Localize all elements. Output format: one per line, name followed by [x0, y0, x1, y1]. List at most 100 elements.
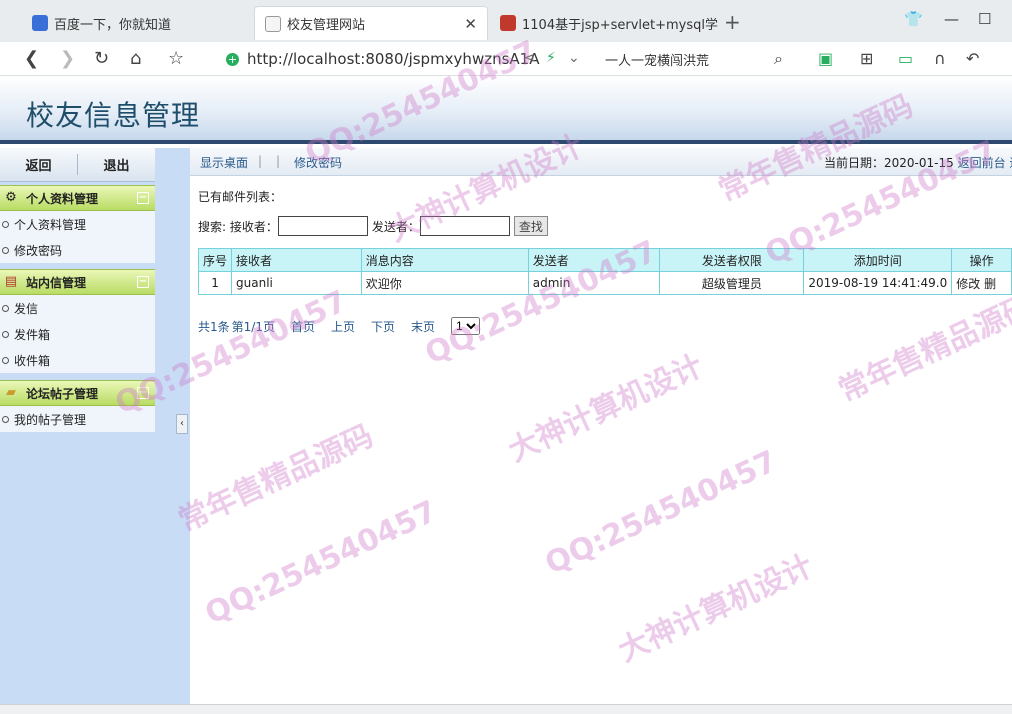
header-role: 发送者权限 [659, 248, 805, 272]
apps-icon[interactable]: ⊞ [860, 49, 873, 68]
cell-role: 超级管理员 [659, 271, 805, 295]
forward-arrow-icon[interactable]: ❯ [60, 48, 75, 69]
skin-icon[interactable]: 👕 [904, 10, 923, 28]
cell-receiver: guanli [231, 271, 362, 295]
back-arrow-icon[interactable]: ❮ [24, 48, 39, 69]
table-header-row: 序号 接收者 消息内容 发送者 发送者权限 添加时间 操作 [197, 248, 1012, 272]
sender-input[interactable] [419, 216, 510, 236]
chevron-down-icon[interactable]: ⌄ [568, 50, 580, 66]
browser-tab-bar: 百度一下，你就知道 校友管理网站 ✕ 1104基于jsp+servlet+mys… [0, 0, 1012, 42]
calendar-icon: ▤ [4, 274, 18, 289]
menu-header-label: 个人资料管理 [26, 191, 99, 206]
new-tab-icon[interactable]: + [724, 10, 741, 34]
search-box[interactable]: 一人一宠横闯洪荒 [605, 47, 795, 71]
cell-no: 1 [197, 271, 233, 295]
menu-header-forum[interactable]: ▰ 论坛帖子管理 − [0, 380, 155, 406]
sidebar-item-change-password[interactable]: 修改密码 [0, 237, 155, 263]
battery-icon[interactable]: ▭ [898, 49, 913, 68]
menu-header-label: 论坛帖子管理 [26, 386, 99, 401]
menu-header-label: 站内信管理 [26, 275, 87, 290]
bullet-icon [2, 220, 9, 228]
home-icon[interactable]: ⌂ [130, 48, 141, 69]
sidebar-item-inbox[interactable]: 收件箱 [0, 347, 155, 373]
search-icon[interactable]: ⌕ [774, 49, 783, 69]
search-button[interactable]: 查找 [513, 216, 548, 236]
search-text: 一人一宠横闯洪荒 [605, 53, 710, 69]
sidebar-item-profile[interactable]: 个人资料管理 [0, 211, 155, 237]
search-form: 搜索: 接收者： 发送者： 查找 [198, 216, 548, 236]
sidebar-item-label: 发信 [14, 301, 39, 316]
show-desktop-link[interactable]: 显示桌面 [200, 154, 248, 171]
close-tab-icon[interactable]: ✕ [464, 15, 477, 33]
logout-button[interactable]: 退出 [78, 148, 155, 181]
first-page-link[interactable]: 首页 [291, 318, 315, 335]
collapse-icon[interactable]: − [137, 192, 149, 204]
menu-header-profile[interactable]: ⚙ 个人资料管理 − [0, 185, 155, 211]
folder-icon: ▰ [6, 385, 16, 400]
bullet-icon [2, 415, 9, 423]
baidu-paw-icon [32, 15, 48, 31]
page-title: 校友信息管理 [26, 99, 201, 132]
sidebar-item-outbox[interactable]: 发件箱 [0, 321, 155, 347]
lightning-icon[interactable]: ⚡ [546, 50, 556, 66]
sidebar-item-label: 收件箱 [14, 353, 51, 368]
refresh-icon[interactable]: ↻ [94, 48, 109, 69]
undo-icon[interactable]: ↶ [966, 49, 979, 68]
share-icon[interactable]: ⋖ [524, 50, 536, 66]
pagination: 共1条 第1/1页 首页 上页 下页 末页 1 [198, 317, 481, 335]
collapse-icon[interactable]: − [137, 276, 149, 288]
sidebar: 返回 退出 ⚙ 个人资料管理 − 个人资料管理 修改密码 ▤ 站内信管理 − 发… [0, 148, 190, 704]
sidebar-item-label: 发件箱 [14, 327, 51, 342]
collapse-icon[interactable]: − [137, 387, 149, 399]
cell-time: 2019-08-19 14:41:49.0 [803, 271, 953, 295]
delete-link[interactable]: 删 [984, 277, 996, 291]
menu-header-messages[interactable]: ▤ 站内信管理 − [0, 269, 155, 295]
tab-baidu[interactable]: 百度一下，你就知道 [22, 6, 252, 40]
star-icon[interactable]: ☆ [168, 48, 184, 69]
sidebar-collapse-icon[interactable]: ‹ [176, 414, 188, 434]
divider: | [276, 154, 281, 168]
cell-sender: admin [527, 271, 661, 295]
address-bar[interactable]: + http://localhost:8080/jspmxyhwznsA1A [226, 47, 596, 71]
tab-school-site[interactable]: 校友管理网站 ✕ [254, 6, 488, 40]
cell-actions: 修改 删 [951, 271, 1012, 295]
gear-icon: ⚙ [5, 190, 17, 205]
last-page-link[interactable]: 末页 [411, 318, 435, 335]
sidebar-item-send[interactable]: 发信 [0, 295, 155, 321]
sidebar-item-label: 个人资料管理 [14, 217, 87, 232]
next-page-link[interactable]: 下页 [371, 318, 395, 335]
status-bar [0, 704, 1012, 714]
back-button[interactable]: 返回 [0, 148, 77, 181]
date-text: 当前日期：2020-01-15 [824, 156, 954, 170]
sidebar-item-label: 修改密码 [14, 243, 63, 258]
current-date: 当前日期：2020-01-15 返回前台 退 [824, 154, 1012, 171]
receiver-label: 搜索: 接收者： [198, 219, 278, 234]
tab-jsp-project[interactable]: 1104基于jsp+servlet+mysql学 [490, 6, 720, 40]
minimize-icon[interactable]: — [944, 10, 959, 28]
sidebar-item-my-posts[interactable]: 我的帖子管理 [0, 406, 155, 432]
headphones-icon[interactable]: ∩ [934, 49, 946, 68]
tab-title: 校友管理网站 [287, 18, 366, 33]
bullet-icon [2, 246, 9, 254]
receiver-input[interactable] [277, 216, 368, 236]
top-nav: 显示桌面 | | 修改密码 当前日期：2020-01-15 返回前台 退 [190, 148, 1012, 176]
header-content: 消息内容 [360, 248, 529, 272]
cell-content: 欢迎你 [360, 271, 529, 295]
total-count: 共1条 [198, 319, 230, 334]
maximize-icon[interactable]: ☐ [978, 10, 991, 28]
header-time: 添加时间 [803, 248, 953, 272]
translate-icon[interactable]: ▣ [818, 49, 833, 68]
divider: | [258, 154, 263, 168]
header-sender: 发送者 [527, 248, 661, 272]
edit-link[interactable]: 修改 [956, 277, 980, 291]
back-to-front-link[interactable]: 返回前台 [958, 156, 1006, 170]
change-password-link[interactable]: 修改密码 [294, 154, 342, 171]
page-select[interactable]: 1 [451, 317, 481, 335]
page-header: 校友信息管理 [0, 76, 1012, 144]
sidebar-buttons: 返回 退出 [0, 148, 155, 182]
url-text: http://localhost:8080/jspmxyhwznsA1A [247, 50, 540, 68]
site-icon [500, 15, 516, 31]
list-title: 已有邮件列表： [198, 190, 283, 204]
prev-page-link[interactable]: 上页 [331, 318, 355, 335]
message-table: 序号 接收者 消息内容 发送者 发送者权限 添加时间 操作 1 guanli 欢… [197, 248, 1012, 295]
